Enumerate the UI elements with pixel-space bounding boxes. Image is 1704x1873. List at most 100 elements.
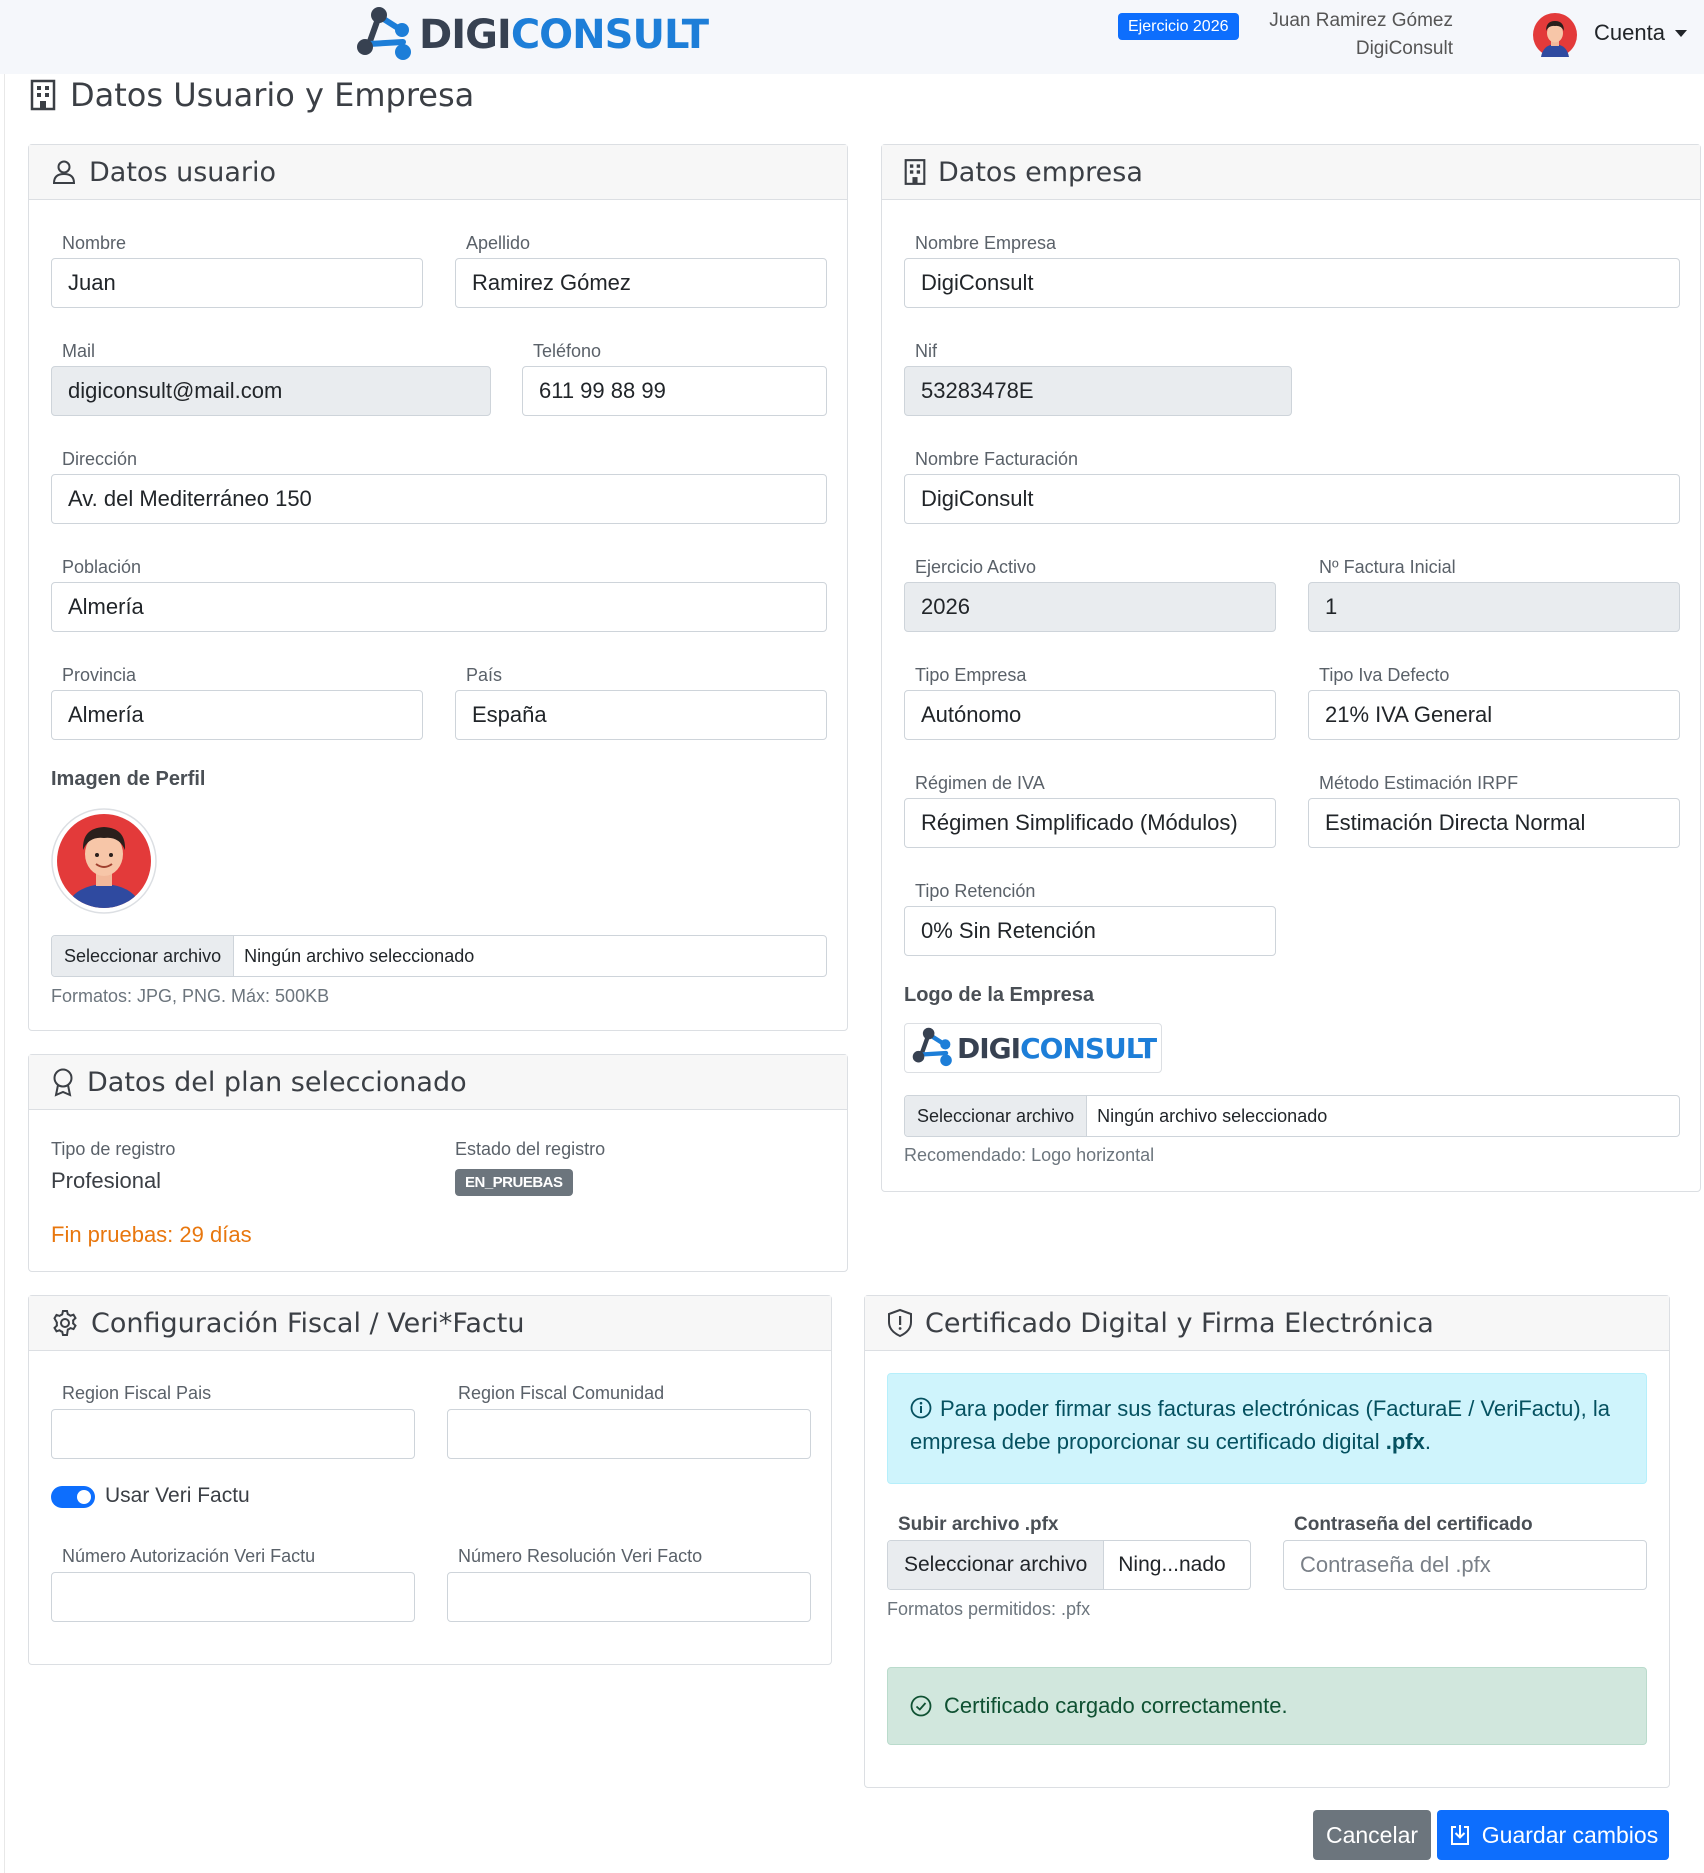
cancel-button[interactable]: Cancelar <box>1313 1810 1431 1860</box>
apellido-label: Apellido <box>466 233 531 253</box>
page-title-text: Datos Usuario y Empresa <box>70 76 475 114</box>
telefono-input[interactable]: 611 99 88 99 <box>522 366 827 416</box>
plan-card-title: Datos del plan seleccionado <box>87 1066 467 1098</box>
tipo-iva-label: Tipo Iva Defecto <box>1319 665 1450 685</box>
profile-avatar <box>51 808 157 914</box>
retencion-select[interactable]: 0% Sin Retención <box>904 906 1276 956</box>
nif-label: Nif <box>915 341 937 361</box>
company-card-title: Datos empresa <box>938 156 1143 188</box>
mail-label: Mail <box>62 341 96 361</box>
logo-preview-digi: DIGI <box>957 1031 1021 1065</box>
account-label: Cuenta <box>1594 20 1665 45</box>
save-button[interactable]: Guardar cambios <box>1437 1810 1669 1860</box>
facturacion-label: Nombre Facturación <box>915 449 1079 469</box>
account-dropdown[interactable]: Cuenta <box>1594 20 1687 46</box>
ejercicio-badge: Ejercicio 2026 <box>1118 13 1239 40</box>
certificate-success-alert: Certificado cargado correctamente. <box>887 1667 1647 1745</box>
fiscal-card-title: Configuración Fiscal / Veri*Factu <box>91 1307 525 1339</box>
region-pais-label: Region Fiscal Pais <box>62 1383 212 1403</box>
factura-inicial-label: Nº Factura Inicial <box>1319 557 1456 577</box>
nombre-input[interactable]: Juan <box>51 258 423 308</box>
logo-file-button[interactable]: Seleccionar archivo <box>905 1096 1088 1136</box>
logo-text-digi: DIGI <box>419 12 512 58</box>
profile-file-input[interactable]: Seleccionar archivo Ningún archivo selec… <box>51 935 827 977</box>
logo-help: Recomendado: Logo horizontal <box>904 1145 1155 1165</box>
fin-pruebas-text: Fin pruebas: 29 días <box>51 1222 252 1247</box>
user-card-header: Datos usuario <box>29 145 847 200</box>
avatar[interactable] <box>1533 13 1577 57</box>
poblacion-input[interactable]: Almería <box>51 582 827 632</box>
tipo-registro-label: Tipo de registro <box>51 1139 176 1159</box>
pais-input[interactable]: España <box>455 690 827 740</box>
chevron-down-icon <box>1674 29 1687 37</box>
fiscal-card-header: Configuración Fiscal / Veri*Factu <box>29 1296 831 1351</box>
autorizacion-input[interactable] <box>51 1572 415 1622</box>
brand-logo[interactable]: DIGICONSULT <box>355 6 709 64</box>
provincia-input[interactable]: Almería <box>51 690 423 740</box>
certificate-info-alert: Para poder firmar sus facturas electróni… <box>887 1373 1647 1484</box>
factura-inicial-input[interactable]: 1 <box>1308 582 1680 632</box>
user-name: Juan Ramirez Gómez <box>1269 10 1453 31</box>
region-pais-input[interactable] <box>51 1409 415 1459</box>
network-logo-icon <box>357 7 411 60</box>
telefono-label: Teléfono <box>533 341 602 361</box>
logo-preview-consult: CONSULT <box>1020 1031 1157 1065</box>
gear-icon <box>53 1310 77 1336</box>
plan-card: Datos del plan seleccionado Tipo de regi… <box>28 1054 848 1272</box>
apellido-input[interactable]: Ramirez Gómez <box>455 258 827 308</box>
nif-input[interactable]: 53283478E <box>904 366 1292 416</box>
fiscal-config-card: Configuración Fiscal / Veri*Factu Region… <box>28 1295 832 1665</box>
facturacion-input[interactable]: DigiConsult <box>904 474 1680 524</box>
verifactu-toggle[interactable] <box>51 1486 95 1508</box>
success-text: Certificado cargado correctamente. <box>944 1693 1288 1718</box>
profile-image-label: Imagen de Perfil <box>51 768 206 790</box>
network-logo-icon <box>912 1027 952 1067</box>
award-icon <box>53 1068 73 1097</box>
mail-input[interactable]: digiconsult@mail.com <box>51 366 491 416</box>
ejercicio-input[interactable]: 2026 <box>904 582 1276 632</box>
direccion-label: Dirección <box>62 449 138 469</box>
empresa-nombre-label: Nombre Empresa <box>915 233 1057 253</box>
password-input[interactable]: Contraseña del .pfx <box>1283 1540 1647 1590</box>
building-icon <box>30 79 56 111</box>
pfx-upload-label: Subir archivo .pfx <box>898 1514 1059 1535</box>
regimen-iva-label: Régimen de IVA <box>915 773 1045 793</box>
pfx-file-input[interactable]: Seleccionar archivo Ning...nado <box>887 1540 1251 1590</box>
user-data-card: Datos usuario Nombre Juan Apellido Ramir… <box>28 144 848 1031</box>
irpf-select[interactable]: Estimación Directa Normal <box>1308 798 1680 848</box>
tipo-empresa-label: Tipo Empresa <box>915 665 1027 685</box>
logo-file-text: Ningún archivo seleccionado <box>1097 1106 1328 1126</box>
page-title: Datos Usuario y Empresa <box>30 76 474 114</box>
password-placeholder: Contraseña del .pfx <box>1300 1552 1491 1577</box>
profile-file-button[interactable]: Seleccionar archivo <box>52 936 235 976</box>
company-logo-label: Logo de la Empresa <box>904 984 1095 1006</box>
company-data-card: Datos empresa Nombre Empresa DigiConsult… <box>881 144 1701 1192</box>
retencion-label: Tipo Retención <box>915 881 1036 901</box>
pfx-file-button[interactable]: Seleccionar archivo <box>888 1541 1105 1589</box>
check-circle-icon <box>910 1695 932 1717</box>
certificate-card: Certificado Digital y Firma Electrónica … <box>864 1295 1670 1788</box>
direccion-input[interactable]: Av. del Mediterráneo 150 <box>51 474 827 524</box>
tipo-empresa-select[interactable]: Autónomo <box>904 690 1276 740</box>
company-card-header: Datos empresa <box>882 145 1700 200</box>
region-comunidad-input[interactable] <box>447 1409 811 1459</box>
password-label: Contraseña del certificado <box>1294 1514 1533 1535</box>
tipo-registro-value: Profesional <box>51 1168 162 1193</box>
logo-file-input[interactable]: Seleccionar archivo Ningún archivo selec… <box>904 1095 1680 1137</box>
certificate-card-header: Certificado Digital y Firma Electrónica <box>865 1296 1669 1351</box>
shield-icon <box>888 1308 912 1338</box>
verifactu-label: Usar Veri Factu <box>105 1484 250 1507</box>
resolucion-input[interactable] <box>447 1572 811 1622</box>
certificate-card-title: Certificado Digital y Firma Electrónica <box>925 1307 1434 1339</box>
user-card-title: Datos usuario <box>89 156 277 188</box>
tipo-iva-select[interactable]: 21% IVA General <box>1308 690 1680 740</box>
user-icon <box>52 160 76 184</box>
building-icon <box>904 159 926 185</box>
empresa-nombre-input[interactable]: DigiConsult <box>904 258 1680 308</box>
provincia-label: Provincia <box>62 665 137 685</box>
estado-registro-label: Estado del registro <box>455 1139 606 1159</box>
irpf-label: Método Estimación IRPF <box>1319 773 1519 793</box>
pais-label: País <box>466 665 503 685</box>
regimen-iva-select[interactable]: Régimen Simplificado (Módulos) <box>904 798 1276 848</box>
resolucion-label: Número Resolución Veri Facto <box>458 1546 703 1566</box>
